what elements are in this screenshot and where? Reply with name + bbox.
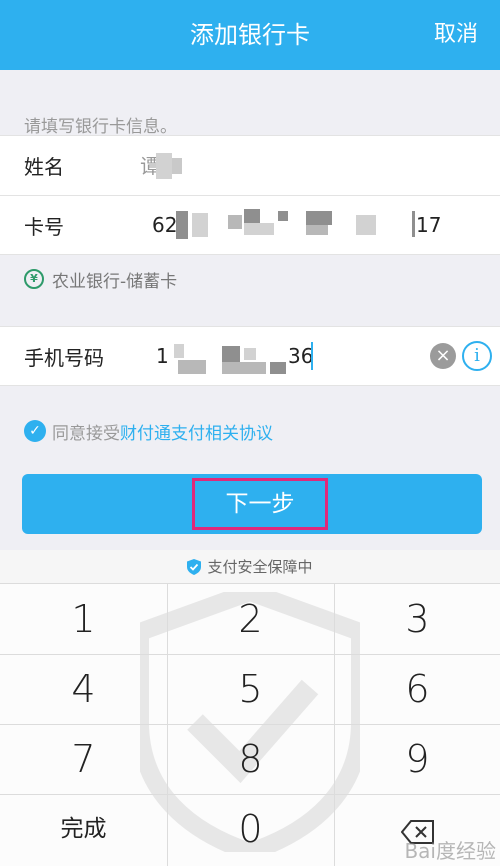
phone-redaction <box>270 362 286 374</box>
next-step-label: 下一步 <box>192 478 328 530</box>
text-cursor <box>311 342 313 370</box>
agreement-link[interactable]: 财付通支付相关协议 <box>120 419 273 444</box>
phone-redaction <box>244 348 256 360</box>
card-number-field[interactable]: 62 17 <box>130 195 500 255</box>
name-redaction <box>156 152 172 179</box>
agreement-prefix: 同意接受 <box>52 423 120 444</box>
shield-check-icon <box>187 558 202 575</box>
title-bar: 添加银行卡 取消 <box>0 0 500 70</box>
card-number-row: 卡号 62 17 <box>0 195 500 255</box>
key-done[interactable]: 完成 <box>0 794 167 864</box>
baidu-watermark: Bai度经验 <box>404 839 496 863</box>
name-redaction <box>172 157 182 174</box>
card-redaction <box>412 211 415 237</box>
numeric-keypad: 1 2 3 4 5 6 7 8 9 完成 0 Bai度经验 <box>0 584 500 866</box>
clear-icon[interactable]: × <box>430 343 456 369</box>
key-1[interactable]: 1 <box>0 584 167 654</box>
bank-info: ¥ 农业银行-储蓄卡 <box>24 266 177 292</box>
phone-redaction <box>178 360 206 374</box>
card-number-suffix: 17 <box>416 213 442 237</box>
bank-info-text: 农业银行-储蓄卡 <box>52 271 178 292</box>
key-8[interactable]: 8 <box>167 724 334 794</box>
key-7[interactable]: 7 <box>0 724 167 794</box>
cancel-button[interactable]: 取消 <box>434 0 478 70</box>
phone-suffix: 36 <box>288 344 314 368</box>
phone-field[interactable]: 1 36 × i <box>130 326 500 386</box>
name-field[interactable]: 谭 <box>130 136 500 196</box>
page-title: 添加银行卡 <box>190 21 310 49</box>
key-3[interactable]: 3 <box>334 584 500 654</box>
phone-label: 手机号码 <box>24 345 104 370</box>
agreement-line: ✓ 同意接受 财付通支付相关协议 <box>24 418 273 444</box>
card-number-prefix: 62 <box>152 213 178 237</box>
checkmark-icon[interactable]: ✓ <box>24 420 46 442</box>
section-hint: 请填写银行卡信息。 <box>24 117 177 137</box>
card-redaction <box>176 211 188 239</box>
card-redaction <box>278 211 288 221</box>
card-redaction <box>306 211 332 225</box>
card-redaction <box>244 223 274 235</box>
phone-row: 手机号码 1 36 × i <box>0 326 500 386</box>
phone-redaction <box>174 344 184 358</box>
abc-bank-logo-icon: ¥ <box>24 269 44 289</box>
key-0[interactable]: 0 <box>167 794 334 864</box>
key-2[interactable]: 2 <box>167 584 334 654</box>
card-redaction <box>244 209 260 223</box>
phone-redaction <box>222 346 240 362</box>
key-4[interactable]: 4 <box>0 654 167 724</box>
card-number-label: 卡号 <box>24 214 64 239</box>
phone-redaction <box>222 362 266 374</box>
phone-prefix: 1 <box>156 344 169 368</box>
next-step-button[interactable]: 下一步 <box>22 474 482 534</box>
security-banner-text: 支付安全保障中 <box>207 558 313 576</box>
card-redaction <box>192 213 208 237</box>
key-5[interactable]: 5 <box>167 654 334 724</box>
card-redaction <box>228 215 242 229</box>
key-9[interactable]: 9 <box>334 724 500 794</box>
security-banner: 支付安全保障中 <box>0 550 500 584</box>
card-redaction <box>306 225 328 235</box>
card-redaction <box>356 215 376 235</box>
info-icon[interactable]: i <box>462 341 492 371</box>
name-row: 姓名 谭 <box>0 135 500 195</box>
name-label: 姓名 <box>24 155 64 179</box>
key-6[interactable]: 6 <box>334 654 500 724</box>
